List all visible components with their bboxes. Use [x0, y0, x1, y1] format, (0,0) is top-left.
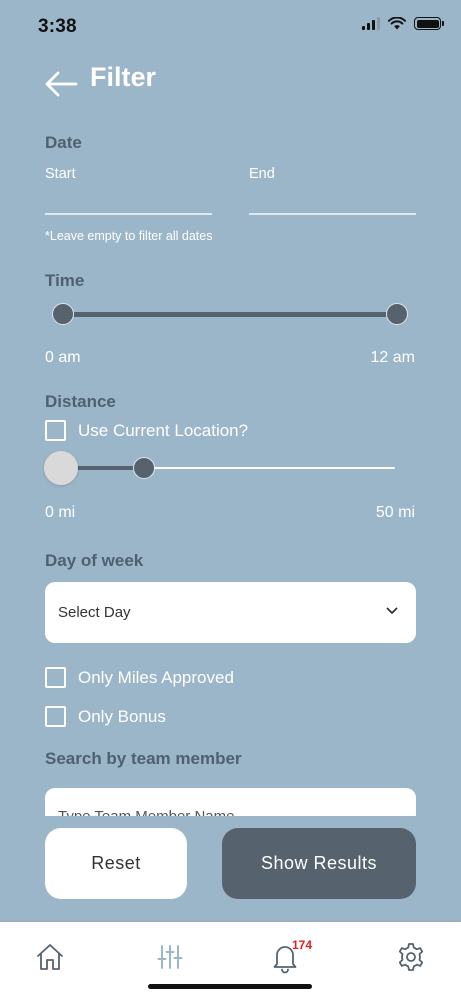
sliders-icon[interactable] [153, 940, 187, 974]
only-miles-approved-label: Only Miles Approved [78, 667, 234, 687]
home-icon[interactable] [33, 940, 67, 974]
time-slider-start-thumb[interactable] [52, 303, 74, 325]
use-current-location-checkbox[interactable]: Use Current Location? [45, 420, 248, 441]
use-current-location-label: Use Current Location? [78, 420, 249, 440]
show-results-button[interactable]: Show Results [222, 828, 416, 899]
date-hint: *Leave empty to filter all dates [45, 229, 213, 243]
time-slider-track[interactable] [63, 312, 397, 317]
distance-slider-end-thumb[interactable] [133, 457, 155, 479]
reset-button[interactable]: Reset [45, 828, 187, 899]
home-indicator [148, 984, 312, 989]
checkbox-box[interactable] [45, 706, 66, 727]
time-min-label: 0 am [45, 349, 81, 366]
only-bonus-label: Only Bonus [78, 706, 166, 726]
distance-slider-start-thumb[interactable] [44, 451, 78, 485]
date-start-input[interactable] [45, 213, 212, 215]
date-end-input[interactable] [249, 213, 416, 215]
date-section-label: Date [45, 133, 82, 152]
status-bar: 3:38 [0, 0, 461, 54]
gear-icon[interactable] [394, 940, 428, 974]
team-member-label: Search by team member [45, 749, 242, 768]
battery-icon [414, 17, 444, 30]
only-bonus-checkbox[interactable]: Only Bonus [45, 706, 166, 727]
checkbox-box[interactable] [45, 420, 66, 441]
distance-max-label: 50 mi [375, 504, 415, 521]
status-time: 3:38 [38, 16, 77, 37]
arrow-left-icon[interactable] [44, 70, 78, 98]
distance-min-label: 0 mi [45, 504, 76, 521]
time-slider-end-thumb[interactable] [386, 303, 408, 325]
day-of-week-label: Day of week [45, 551, 144, 570]
day-of-week-value: Select Day [58, 604, 131, 621]
time-max-label: 12 am [370, 349, 415, 366]
date-start-label: Start [45, 166, 76, 182]
day-of-week-select[interactable]: Select Day [45, 582, 416, 643]
signal-icon [362, 17, 380, 30]
checkbox-box[interactable] [45, 667, 66, 688]
chevron-down-icon [386, 607, 398, 614]
wifi-icon [388, 17, 406, 30]
page-title: Filter [90, 62, 157, 92]
only-miles-approved-checkbox[interactable]: Only Miles Approved [45, 667, 234, 688]
time-section-label: Time [45, 271, 85, 290]
status-icons [362, 17, 444, 30]
date-end-label: End [249, 166, 275, 182]
notification-badge: 174 [292, 938, 313, 952]
distance-section-label: Distance [45, 392, 116, 411]
